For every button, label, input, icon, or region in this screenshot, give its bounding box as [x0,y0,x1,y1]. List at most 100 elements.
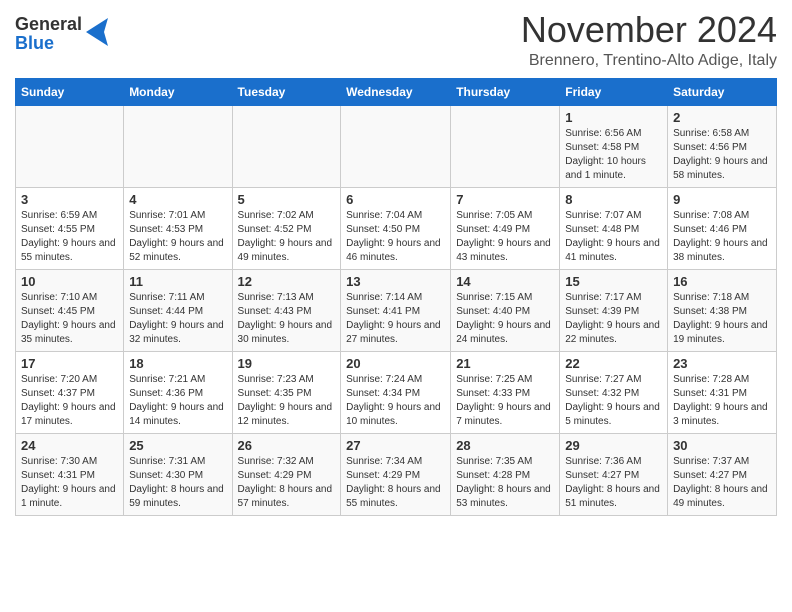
weekday-header-wednesday: Wednesday [341,78,451,105]
day-number: 18 [129,356,226,371]
week-row-5: 24Sunrise: 7:30 AM Sunset: 4:31 PM Dayli… [16,433,777,515]
calendar-table: SundayMondayTuesdayWednesdayThursdayFrid… [15,78,777,516]
calendar-cell: 23 Sunrise: 7:28 AM Sunset: 4:31 PM Dayli… [668,351,777,433]
calendar-cell: 20 Sunrise: 7:24 AM Sunset: 4:34 PM Dayli… [341,351,451,433]
calendar-cell: 26 Sunrise: 7:32 AM Sunset: 4:29 PM Dayli… [232,433,341,515]
calendar-cell: 24Sunrise: 7:30 AM Sunset: 4:31 PM Dayli… [16,433,124,515]
day-info: Sunrise: 7:37 AM Sunset: 4:27 PM Dayligh… [673,455,771,511]
day-info: Sunrise: 7:17 AM Sunset: 4:39 PM Dayligh… [565,291,662,347]
day-info: Sunrise: 7:13 AM Sunset: 4:43 PM Dayligh… [238,291,336,347]
day-number: 15 [565,274,662,289]
day-info: Sunrise: 7:10 AM Sunset: 4:45 PM Dayligh… [21,291,118,347]
logo-bird-icon [86,18,108,46]
day-number: 6 [346,192,445,207]
day-info: Sunrise: 7:28 AM Sunset: 4:31 PM Dayligh… [673,373,771,429]
day-info: Sunrise: 7:25 AM Sunset: 4:33 PM Dayligh… [456,373,554,429]
calendar-cell: 6Sunrise: 7:04 AM Sunset: 4:50 PM Daylig… [341,187,451,269]
day-info: Sunrise: 6:59 AM Sunset: 4:55 PM Dayligh… [21,209,118,265]
calendar-cell [124,105,232,187]
day-info: Sunrise: 7:07 AM Sunset: 4:48 PM Dayligh… [565,209,662,265]
day-info: Sunrise: 7:27 AM Sunset: 4:32 PM Dayligh… [565,373,662,429]
calendar-cell: 9Sunrise: 7:08 AM Sunset: 4:46 PM Daylig… [668,187,777,269]
logo-blue-text: Blue [15,34,82,53]
day-number: 20 [346,356,445,371]
day-info: Sunrise: 7:15 AM Sunset: 4:40 PM Dayligh… [456,291,554,347]
page-header: General Blue November 2024 Brennero, Tre… [15,10,777,70]
day-number: 27 [346,438,445,453]
logo-general-text: General [15,15,82,34]
calendar-cell [341,105,451,187]
day-info: Sunrise: 7:32 AM Sunset: 4:29 PM Dayligh… [238,455,336,511]
calendar-cell: 3Sunrise: 6:59 AM Sunset: 4:55 PM Daylig… [16,187,124,269]
weekday-header-saturday: Saturday [668,78,777,105]
weekday-header-friday: Friday [560,78,668,105]
calendar-cell: 15 Sunrise: 7:17 AM Sunset: 4:39 PM Dayli… [560,269,668,351]
day-number: 5 [238,192,336,207]
week-row-3: 10Sunrise: 7:10 AM Sunset: 4:45 PM Dayli… [16,269,777,351]
calendar-cell: 18 Sunrise: 7:21 AM Sunset: 4:36 PM Dayli… [124,351,232,433]
day-info: Sunrise: 6:58 AM Sunset: 4:56 PM Dayligh… [673,127,771,183]
day-number: 4 [129,192,226,207]
calendar-cell: 10Sunrise: 7:10 AM Sunset: 4:45 PM Dayli… [16,269,124,351]
day-info: Sunrise: 7:23 AM Sunset: 4:35 PM Dayligh… [238,373,336,429]
calendar-cell: 17Sunrise: 7:20 AM Sunset: 4:37 PM Dayli… [16,351,124,433]
calendar-cell: 1Sunrise: 6:56 AM Sunset: 4:58 PM Daylig… [560,105,668,187]
day-info: Sunrise: 7:34 AM Sunset: 4:29 PM Dayligh… [346,455,445,511]
weekday-header-tuesday: Tuesday [232,78,341,105]
day-info: Sunrise: 6:56 AM Sunset: 4:58 PM Dayligh… [565,127,662,183]
day-info: Sunrise: 7:01 AM Sunset: 4:53 PM Dayligh… [129,209,226,265]
weekday-header-sunday: Sunday [16,78,124,105]
calendar-cell [451,105,560,187]
location: Brennero, Trentino-Alto Adige, Italy [521,52,777,70]
calendar-cell: 21Sunrise: 7:25 AM Sunset: 4:33 PM Dayli… [451,351,560,433]
calendar-cell: 29Sunrise: 7:36 AM Sunset: 4:27 PM Dayli… [560,433,668,515]
day-number: 14 [456,274,554,289]
calendar-cell: 8 Sunrise: 7:07 AM Sunset: 4:48 PM Daylig… [560,187,668,269]
day-number: 2 [673,110,771,125]
calendar-cell: 12 Sunrise: 7:13 AM Sunset: 4:43 PM Dayli… [232,269,341,351]
day-number: 7 [456,192,554,207]
day-info: Sunrise: 7:24 AM Sunset: 4:34 PM Dayligh… [346,373,445,429]
calendar-cell: 16Sunrise: 7:18 AM Sunset: 4:38 PM Dayli… [668,269,777,351]
week-row-2: 3Sunrise: 6:59 AM Sunset: 4:55 PM Daylig… [16,187,777,269]
day-number: 9 [673,192,771,207]
calendar-cell: 22 Sunrise: 7:27 AM Sunset: 4:32 PM Dayli… [560,351,668,433]
day-number: 8 [565,192,662,207]
day-info: Sunrise: 7:20 AM Sunset: 4:37 PM Dayligh… [21,373,118,429]
calendar-cell [232,105,341,187]
day-info: Sunrise: 7:05 AM Sunset: 4:49 PM Dayligh… [456,209,554,265]
title-section: November 2024 Brennero, Trentino-Alto Ad… [521,10,777,70]
calendar-cell [16,105,124,187]
day-info: Sunrise: 7:11 AM Sunset: 4:44 PM Dayligh… [129,291,226,347]
day-number: 30 [673,438,771,453]
calendar-cell: 28 Sunrise: 7:35 AM Sunset: 4:28 PM Dayli… [451,433,560,515]
weekday-header-thursday: Thursday [451,78,560,105]
day-number: 23 [673,356,771,371]
day-info: Sunrise: 7:30 AM Sunset: 4:31 PM Dayligh… [21,455,118,511]
day-number: 22 [565,356,662,371]
weekday-header-monday: Monday [124,78,232,105]
day-number: 26 [238,438,336,453]
calendar-cell: 27 Sunrise: 7:34 AM Sunset: 4:29 PM Dayli… [341,433,451,515]
day-number: 28 [456,438,554,453]
calendar-cell: 13Sunrise: 7:14 AM Sunset: 4:41 PM Dayli… [341,269,451,351]
calendar-cell: 11 Sunrise: 7:11 AM Sunset: 4:44 PM Dayli… [124,269,232,351]
day-info: Sunrise: 7:21 AM Sunset: 4:36 PM Dayligh… [129,373,226,429]
day-number: 29 [565,438,662,453]
day-number: 12 [238,274,336,289]
month-title: November 2024 [521,10,777,50]
day-info: Sunrise: 7:31 AM Sunset: 4:30 PM Dayligh… [129,455,226,511]
calendar-cell: 5Sunrise: 7:02 AM Sunset: 4:52 PM Daylig… [232,187,341,269]
day-info: Sunrise: 7:18 AM Sunset: 4:38 PM Dayligh… [673,291,771,347]
calendar-cell: 4 Sunrise: 7:01 AM Sunset: 4:53 PM Daylig… [124,187,232,269]
week-row-1: 1Sunrise: 6:56 AM Sunset: 4:58 PM Daylig… [16,105,777,187]
day-number: 11 [129,274,226,289]
calendar-cell: 25Sunrise: 7:31 AM Sunset: 4:30 PM Dayli… [124,433,232,515]
calendar-cell: 19Sunrise: 7:23 AM Sunset: 4:35 PM Dayli… [232,351,341,433]
calendar-cell: 7 Sunrise: 7:05 AM Sunset: 4:49 PM Daylig… [451,187,560,269]
day-info: Sunrise: 7:14 AM Sunset: 4:41 PM Dayligh… [346,291,445,347]
calendar-cell: 2 Sunrise: 6:58 AM Sunset: 4:56 PM Daylig… [668,105,777,187]
week-row-4: 17Sunrise: 7:20 AM Sunset: 4:37 PM Dayli… [16,351,777,433]
weekday-header-row: SundayMondayTuesdayWednesdayThursdayFrid… [16,78,777,105]
day-info: Sunrise: 7:35 AM Sunset: 4:28 PM Dayligh… [456,455,554,511]
